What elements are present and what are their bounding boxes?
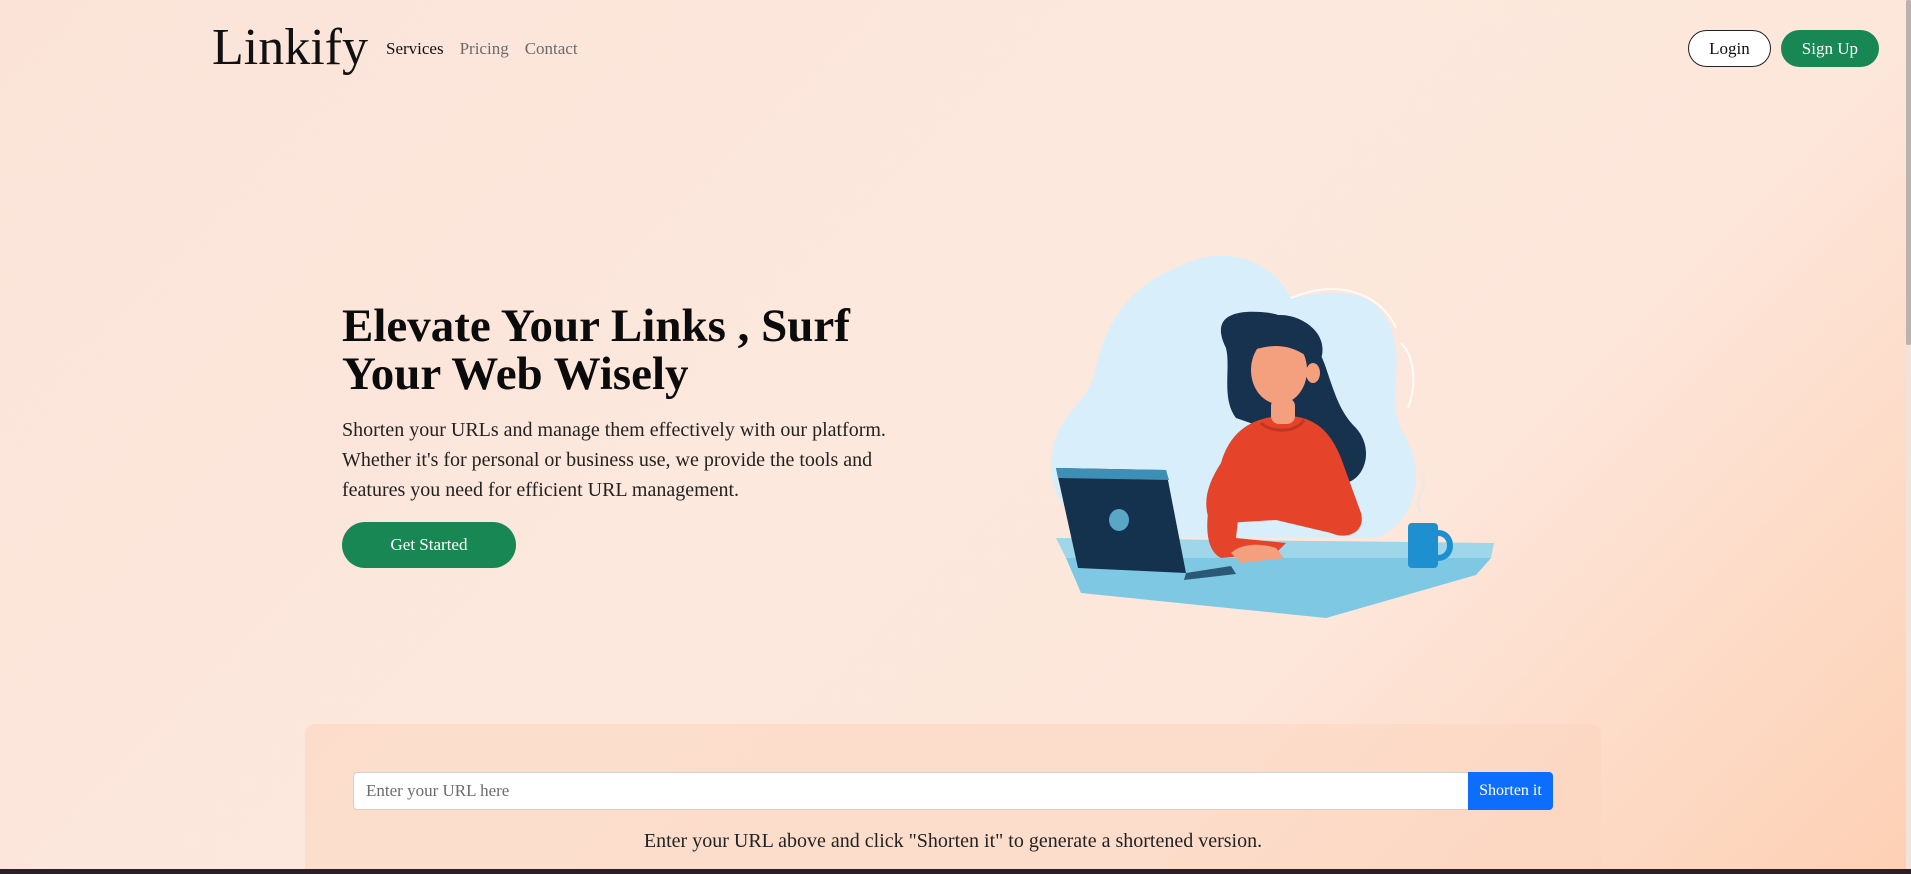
url-form: Shorten it — [353, 772, 1553, 810]
mug — [1408, 523, 1438, 568]
nav-links: Services Pricing Contact — [386, 38, 578, 60]
navbar: Linkify Services Pricing Contact Login S… — [0, 0, 1906, 98]
footer-edge — [0, 869, 1911, 874]
scrollbar-thumb[interactable] — [1906, 0, 1911, 345]
scrollbar-track[interactable] — [1906, 0, 1911, 874]
nav-link-contact[interactable]: Contact — [525, 38, 578, 60]
woman-at-laptop-illustration — [1036, 248, 1496, 628]
nav-link-services[interactable]: Services — [386, 38, 444, 60]
brand-logo[interactable]: Linkify — [212, 16, 368, 80]
shortener-helper-text: Enter your URL above and click "Shorten … — [643, 830, 1263, 852]
signup-button[interactable]: Sign Up — [1780, 30, 1879, 67]
get-started-button[interactable]: Get Started — [342, 522, 516, 568]
nav-link-pricing[interactable]: Pricing — [460, 38, 509, 60]
login-button[interactable]: Login — [1688, 30, 1771, 67]
hero-subtitle: Shorten your URLs and manage them effect… — [342, 419, 886, 501]
auth-buttons: Login Sign Up — [1688, 30, 1879, 67]
hero-title: Elevate Your Links , Surf Your Web Wisel… — [342, 300, 850, 400]
url-input[interactable] — [353, 772, 1468, 810]
shorten-button[interactable]: Shorten it — [1468, 772, 1553, 810]
